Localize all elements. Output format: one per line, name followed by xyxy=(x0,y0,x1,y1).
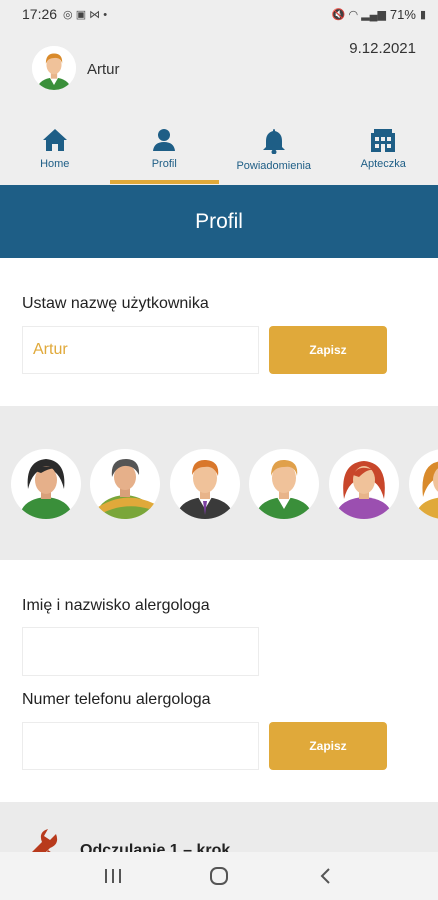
desensitization-section: Odczulanie 1 – krok xyxy=(0,802,438,852)
tab-home-label: Home xyxy=(40,158,70,170)
recent-apps-button[interactable] xyxy=(93,856,133,896)
home-icon xyxy=(42,129,67,151)
allergist-section: Imię i nazwisko alergologa Numer telefon… xyxy=(0,560,438,802)
header-date: 9.12.2021 xyxy=(349,40,416,57)
home-system-button[interactable] xyxy=(199,856,239,896)
page-title-banner: Profil xyxy=(0,185,438,258)
tab-profil[interactable]: Profil xyxy=(109,123,220,185)
app-header: Artur 9.12.2021 Home Profil Powiadomieni… xyxy=(0,28,438,185)
desensitization-title[interactable]: Odczulanie 1 – krok xyxy=(80,842,230,852)
username-section: Ustaw nazwę użytkownika Artur Zapisz xyxy=(0,258,438,406)
username-input[interactable]: Artur xyxy=(22,326,259,374)
avatar-option-6[interactable] xyxy=(409,449,438,519)
allergist-name-label: Imię i nazwisko alergologa xyxy=(22,597,210,614)
avatar-option-2[interactable] xyxy=(90,449,160,519)
status-time: 17:26 xyxy=(22,6,58,22)
tab-bar: Home Profil Powiadomienia Apteczka xyxy=(0,123,438,185)
avatar-option-4[interactable] xyxy=(249,449,319,519)
allergist-name-input[interactable] xyxy=(22,627,259,676)
allergist-phone-label: Numer telefonu alergologa xyxy=(22,691,211,708)
save-allergist-button[interactable]: Zapisz xyxy=(269,722,387,770)
username-label: Ustaw nazwę użytkownika xyxy=(22,295,209,312)
bell-icon xyxy=(262,129,285,154)
system-nav-bar xyxy=(0,852,438,900)
back-chevron-icon xyxy=(320,868,330,884)
back-button[interactable] xyxy=(305,856,345,896)
tab-powiadomienia-label: Powiadomienia xyxy=(236,160,312,172)
battery-icon: ▮ xyxy=(419,8,426,21)
wrench-icon xyxy=(32,829,58,852)
signal-icons: 🔇 ◠ ▂▄▆ xyxy=(331,8,386,21)
tab-apteczka-label: Apteczka xyxy=(360,158,406,170)
avatar-option-3[interactable] xyxy=(170,449,240,519)
notification-icons: ◎ ▣ ⋈ • xyxy=(63,8,108,21)
tab-home[interactable]: Home xyxy=(0,123,110,185)
save-username-button[interactable]: Zapisz xyxy=(269,326,387,374)
header-username: Artur xyxy=(87,61,120,78)
recent-apps-icon xyxy=(105,869,121,883)
user-icon xyxy=(153,129,176,151)
tab-profil-label: Profil xyxy=(151,158,177,170)
tab-apteczka[interactable]: Apteczka xyxy=(329,123,438,185)
avatar-option-5[interactable] xyxy=(329,449,399,519)
tab-powiadomienia[interactable]: Powiadomienia xyxy=(219,123,329,185)
status-bar: 17:26 ◎ ▣ ⋈ • 🔇 ◠ ▂▄▆ 71% ▮ xyxy=(0,0,438,28)
home-circle-icon xyxy=(210,867,228,885)
battery-level: 71% xyxy=(389,6,416,22)
allergist-phone-input[interactable] xyxy=(22,722,259,770)
user-avatar[interactable] xyxy=(32,46,76,90)
avatar-option-1[interactable] xyxy=(11,449,81,519)
pharmacy-icon xyxy=(371,129,396,152)
page-title: Profil xyxy=(195,209,243,233)
avatar-picker xyxy=(0,406,438,560)
